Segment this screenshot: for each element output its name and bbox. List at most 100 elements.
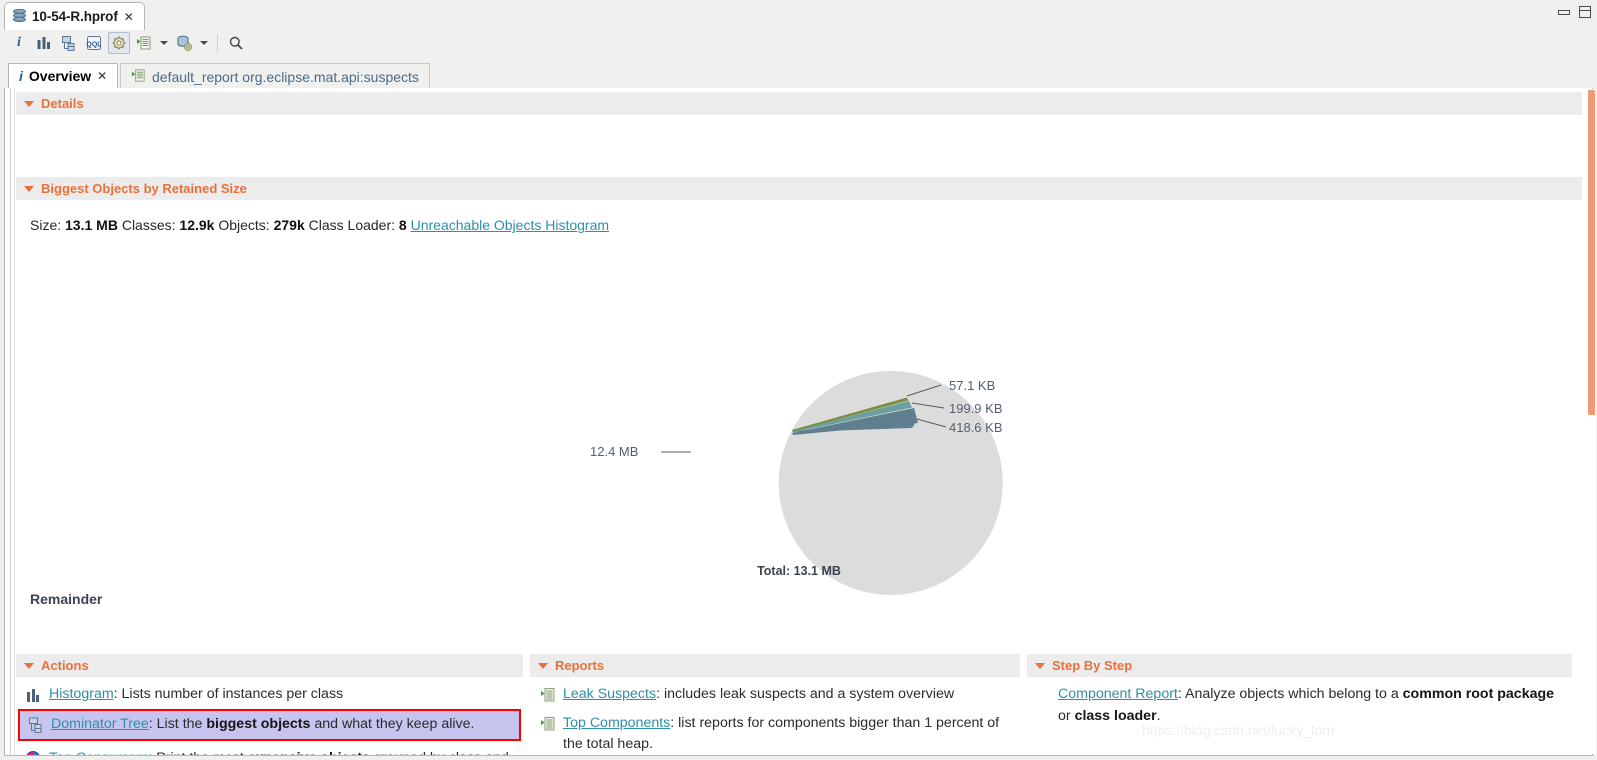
chevron-down-icon bbox=[24, 185, 34, 192]
top-components-link[interactable]: Top Components bbox=[563, 715, 670, 731]
top-consumers-description-bold: expensive objects bbox=[248, 750, 370, 755]
histogram-icon bbox=[26, 687, 42, 703]
pie-label-418-6-kb: 418.6 KB bbox=[949, 420, 1003, 435]
leak-suspects-description: includes leak suspects and a system over… bbox=[663, 686, 955, 702]
unreachable-objects-histogram-link[interactable]: Unreachable Objects Histogram bbox=[411, 217, 609, 233]
section-header-details[interactable]: Details bbox=[16, 92, 1582, 115]
dominator-tree-icon[interactable] bbox=[58, 32, 80, 54]
left-rail bbox=[5, 88, 11, 755]
report-sep: : bbox=[670, 714, 679, 731]
section-header-biggest-objects[interactable]: Biggest Objects by Retained Size bbox=[16, 177, 1582, 200]
tab-overview[interactable]: i Overview ✕ bbox=[8, 63, 119, 89]
toolbar-separator bbox=[217, 34, 218, 52]
heap-dump-tools-dropdown-arrow[interactable] bbox=[198, 32, 210, 54]
details-classloader-value: 8 bbox=[398, 217, 407, 233]
histogram-icon[interactable] bbox=[33, 32, 55, 54]
main-toolbar: i QQL bbox=[0, 30, 1597, 56]
section-title-details: Details bbox=[41, 96, 84, 111]
section-header-actions[interactable]: Actions bbox=[16, 654, 523, 677]
top-consumers-pie-icon bbox=[26, 751, 42, 755]
svg-text:QQL: QQL bbox=[86, 42, 102, 49]
step-by-step-column: Step By Step Component Report: Analyze o… bbox=[1027, 654, 1572, 727]
section-header-reports[interactable]: Reports bbox=[530, 654, 1020, 677]
tab-default-report-label: default_report org.eclipse.mat.api:suspe… bbox=[152, 68, 419, 85]
details-classes-label: Classes: bbox=[121, 217, 176, 233]
action-row-top-consumers[interactable]: Top Consumers: Print the most expensive … bbox=[16, 741, 523, 755]
chevron-down-icon bbox=[538, 662, 548, 669]
heap-dump-tools-icon[interactable] bbox=[173, 32, 195, 54]
dominator-tree-icon bbox=[28, 717, 44, 733]
search-icon[interactable] bbox=[225, 32, 247, 54]
actions-column: Actions Histogram: Lists number of insta… bbox=[16, 654, 523, 755]
pie-label-12-4-mb: 12.4 MB bbox=[590, 444, 639, 459]
heap-dump-tab-label: 10-54-R.hprof bbox=[32, 9, 118, 24]
report-sep: : bbox=[656, 686, 664, 702]
top-consumers-link[interactable]: Top Consumers bbox=[49, 750, 148, 755]
close-icon[interactable]: ✕ bbox=[124, 11, 134, 23]
pie-chart-total-label: Total: 13.1 MB bbox=[757, 564, 841, 578]
section-header-step-by-step[interactable]: Step By Step bbox=[1027, 654, 1572, 677]
retained-size-pie-chart: 57.1 KB 199.9 KB 418.6 KB 12.4 MB Total:… bbox=[16, 289, 1582, 619]
section-title-step-by-step: Step By Step bbox=[1052, 658, 1133, 673]
left-rail-inner bbox=[12, 88, 15, 755]
heap-dump-icon bbox=[13, 9, 26, 24]
section-title-actions: Actions bbox=[41, 658, 89, 673]
histogram-description: Lists number of instances per class bbox=[121, 686, 344, 702]
dominator-tree-description-bold: biggest objects bbox=[206, 715, 311, 732]
details-size-label: Size: bbox=[30, 217, 62, 233]
chevron-down-icon bbox=[24, 662, 34, 669]
component-report-bold-1: common root package bbox=[1402, 686, 1555, 702]
info-icon: i bbox=[19, 68, 23, 84]
action-sep: : bbox=[148, 715, 157, 732]
details-summary-line: Size: 13.1 MB Classes: 12.9k Objects: 27… bbox=[30, 217, 609, 233]
window-titlebar: 10-54-R.hprof ✕ bbox=[0, 0, 1597, 30]
eclipse-mat-window: 10-54-R.hprof ✕ i QQL i Overview ✕ defau… bbox=[0, 0, 1597, 760]
heap-dump-window-tab[interactable]: 10-54-R.hprof ✕ bbox=[4, 2, 145, 30]
pie-label-57-1-kb: 57.1 KB bbox=[949, 378, 996, 393]
watermark-text: https://blog.csdn.net/lucky_tom bbox=[1142, 722, 1335, 738]
chevron-down-icon bbox=[1035, 662, 1045, 669]
details-classes-value: 12.9k bbox=[179, 217, 215, 233]
overview-info-icon[interactable]: i bbox=[8, 32, 30, 54]
details-classloader-label: Class Loader: bbox=[308, 217, 396, 233]
tab-overview-label: Overview bbox=[28, 68, 92, 84]
leak-suspects-link[interactable]: Leak Suspects bbox=[563, 686, 656, 702]
step-sep: : bbox=[1177, 686, 1185, 702]
tab-default-report-suspects[interactable]: default_report org.eclipse.mat.api:suspe… bbox=[120, 63, 430, 89]
section-title-reports: Reports bbox=[555, 658, 605, 673]
report-row-leak-suspects[interactable]: Leak Suspects: includes leak suspects an… bbox=[530, 677, 1020, 706]
pie-label-199-9-kb: 199.9 KB bbox=[949, 401, 1003, 416]
action-row-dominator-tree[interactable]: Dominator Tree: List the biggest objects… bbox=[18, 708, 521, 742]
remainder-label: Remainder bbox=[30, 591, 103, 607]
query-browser-icon[interactable] bbox=[108, 32, 130, 54]
maximize-button[interactable] bbox=[1579, 6, 1591, 18]
dominator-tree-description-2: and what they keep alive. bbox=[310, 715, 475, 732]
details-objects-value: 279k bbox=[273, 217, 305, 233]
chevron-down-icon bbox=[24, 100, 34, 107]
action-row-histogram[interactable]: Histogram: Lists number of instances per… bbox=[16, 677, 523, 706]
component-report-link[interactable]: Component Report bbox=[1058, 686, 1178, 702]
top-consumers-description-1: Print the most bbox=[156, 750, 247, 755]
minimize-button[interactable] bbox=[1558, 9, 1570, 15]
close-icon[interactable]: ✕ bbox=[97, 70, 107, 82]
details-size-value: 13.1 MB bbox=[65, 217, 118, 233]
step-row-component-report[interactable]: Component Report: Analyze objects which … bbox=[1027, 677, 1572, 727]
run-report-icon[interactable] bbox=[133, 32, 155, 54]
editor-tab-bar: i Overview ✕ default_report org.eclipse.… bbox=[4, 63, 1593, 89]
section-title-biggest-objects: Biggest Objects by Retained Size bbox=[41, 181, 247, 196]
run-report-dropdown-arrow[interactable] bbox=[158, 32, 170, 54]
histogram-link[interactable]: Histogram bbox=[49, 686, 114, 702]
report-icon bbox=[540, 716, 556, 732]
window-controls bbox=[1558, 6, 1591, 18]
oql-icon[interactable]: QQL bbox=[83, 32, 105, 54]
dominator-tree-description-1: List the bbox=[156, 715, 207, 732]
report-icon bbox=[540, 687, 556, 703]
report-row-top-components[interactable]: Top Components: list reports for compone… bbox=[530, 706, 1020, 755]
dominator-tree-link[interactable]: Dominator Tree bbox=[51, 716, 149, 732]
vertical-scrollbar-thumb[interactable] bbox=[1588, 90, 1595, 415]
action-sep: : bbox=[113, 686, 122, 702]
component-report-description-1: Analyze objects which belong to a bbox=[1184, 686, 1403, 702]
reports-column: Reports Leak Suspects: includes leak sus… bbox=[530, 654, 1020, 755]
overview-editor-body: Details Size: 13.1 MB Classes: 12.9k Obj… bbox=[4, 88, 1593, 756]
report-icon bbox=[131, 68, 146, 86]
